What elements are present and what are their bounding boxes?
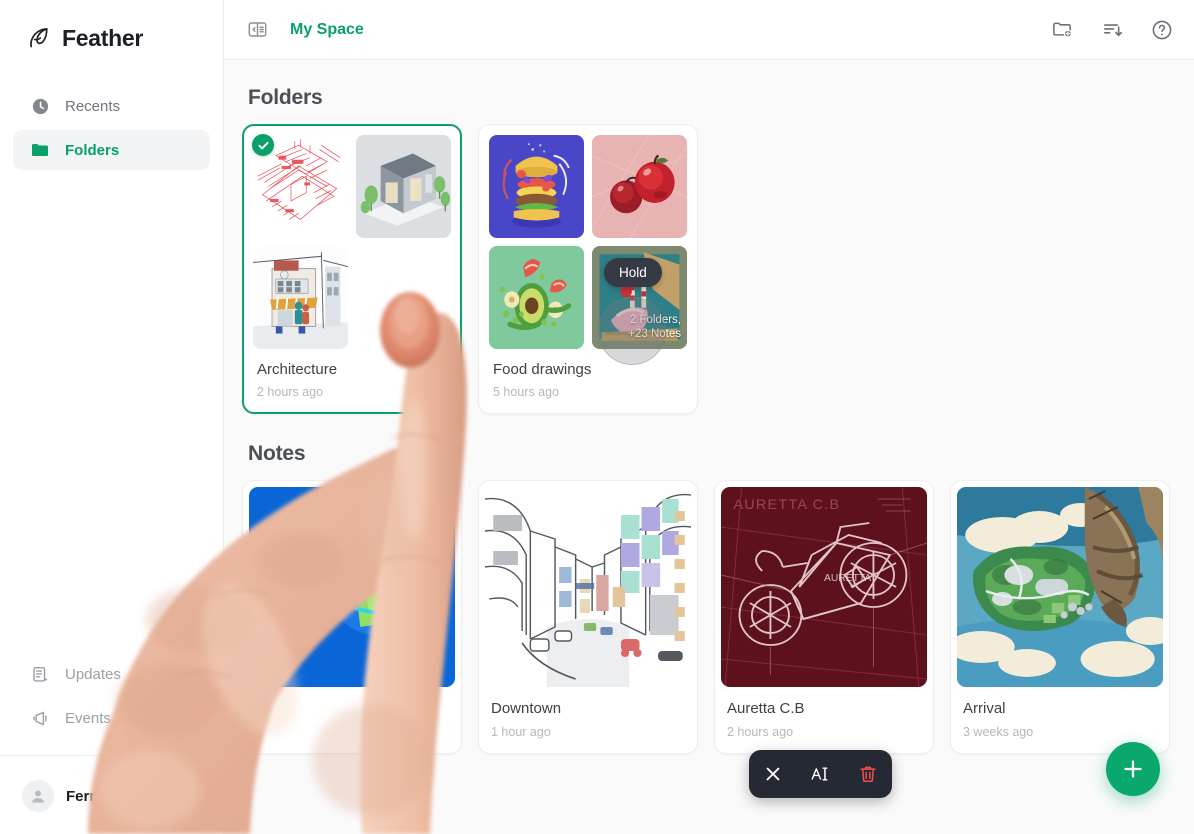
app-root: Feather Recents Folders Updates Events F… bbox=[0, 0, 1194, 834]
note-card-1[interactable] bbox=[242, 480, 462, 754]
note-time: 3 weeks ago bbox=[963, 725, 1034, 739]
sidebar-item-events[interactable]: Events bbox=[13, 698, 211, 738]
sidebar: Feather Recents Folders Updates Events F… bbox=[0, 0, 224, 834]
folder-plus-icon[interactable] bbox=[1048, 16, 1076, 44]
folder-time: 5 hours ago bbox=[493, 385, 560, 399]
sidebar-item-label: Folders bbox=[65, 141, 120, 159]
sidebar-item-label: Events bbox=[65, 709, 111, 727]
sidebar-nav: Recents Folders bbox=[0, 86, 223, 170]
note-sparkle-icon bbox=[29, 663, 51, 685]
sidebar-bottom-nav: Updates Events bbox=[13, 654, 211, 742]
note-name: Auretta C.B bbox=[727, 700, 805, 717]
note-name: Arrival bbox=[963, 700, 1006, 717]
note-name: Downtown bbox=[491, 700, 562, 717]
note-card-arrival[interactable]: Arrival 3 weeks ago bbox=[950, 480, 1170, 754]
note-meta bbox=[249, 687, 455, 722]
clock-icon bbox=[29, 95, 51, 117]
thumbnail-dark-red-vehicle-blueprint: AURETTA C.B AURETTA bbox=[721, 487, 927, 687]
text-cursor-icon[interactable] bbox=[803, 757, 837, 791]
notes-grid: Downtown 1 hour ago AURETTA C.B AURETTA … bbox=[242, 480, 1170, 754]
sidebar-item-recents[interactable]: Recents bbox=[13, 86, 210, 126]
megaphone-icon bbox=[29, 707, 51, 729]
touch-indicator bbox=[598, 297, 666, 365]
note-meta: Downtown 1 hour ago bbox=[485, 687, 691, 753]
note-time: 1 hour ago bbox=[491, 725, 551, 739]
trash-icon[interactable] bbox=[851, 757, 885, 791]
note-card-auretta[interactable]: AURETTA C.B AURETTA Auretta C.B 2 hours … bbox=[714, 480, 934, 754]
note-card-downtown[interactable]: Downtown 1 hour ago bbox=[478, 480, 698, 754]
feather-icon bbox=[26, 25, 52, 51]
sidebar-item-folders[interactable]: Folders bbox=[13, 130, 210, 170]
folder-meta: Food drawings 5 hours ago bbox=[489, 349, 687, 407]
page-title: My Space bbox=[290, 20, 364, 38]
topbar: My Space bbox=[224, 0, 1194, 60]
check-icon bbox=[252, 134, 274, 156]
sidebar-item-updates[interactable]: Updates bbox=[13, 654, 211, 694]
close-icon[interactable] bbox=[756, 757, 790, 791]
folder-name: Architecture bbox=[257, 361, 338, 378]
folder-time: 2 hours ago bbox=[257, 385, 324, 399]
sidebar-collapse-icon[interactable] bbox=[242, 15, 272, 45]
thumbnail-blue-abstract bbox=[249, 487, 455, 687]
user-profile[interactable]: Ferr bbox=[22, 780, 95, 812]
thumbnail-city-street-sketch bbox=[485, 487, 691, 687]
main-area: My Space Folders Architecture 2 hours ag… bbox=[224, 0, 1194, 834]
sidebar-divider bbox=[0, 755, 223, 756]
add-button[interactable] bbox=[1106, 742, 1160, 796]
thumbnail-burger-on-blue bbox=[489, 135, 584, 238]
folders-section-title: Folders bbox=[248, 86, 323, 109]
sidebar-item-label: Updates bbox=[65, 665, 121, 683]
thumbnail-grey-isometric-house bbox=[356, 135, 451, 238]
svg-text:AURETTA C.B: AURETTA C.B bbox=[733, 497, 840, 513]
note-meta: Auretta C.B 2 hours ago bbox=[721, 687, 927, 753]
folder-thumbnails bbox=[253, 135, 451, 349]
folder-card-food-drawings[interactable]: 2 Folders, +23 Notes Food drawings 5 hou… bbox=[478, 124, 698, 414]
notes-section-title: Notes bbox=[248, 442, 306, 465]
folder-card-architecture[interactable]: Architecture 2 hours ago bbox=[242, 124, 462, 414]
selection-action-bar bbox=[749, 750, 892, 798]
note-time: 2 hours ago bbox=[727, 725, 794, 739]
folder-meta: Architecture 2 hours ago bbox=[253, 349, 451, 407]
thumbnail-street-shop-illustration bbox=[253, 246, 348, 349]
user-name: Ferr bbox=[66, 787, 96, 805]
folder-name: Food drawings bbox=[493, 361, 592, 378]
brand-name: Feather bbox=[62, 24, 143, 51]
sort-descending-icon[interactable] bbox=[1098, 16, 1126, 44]
hold-tooltip: Hold bbox=[604, 258, 662, 287]
topbar-actions bbox=[1048, 16, 1176, 44]
thumbnail-avocado-on-green bbox=[489, 246, 584, 349]
thumbnail-empty bbox=[356, 246, 451, 349]
avatar bbox=[22, 780, 54, 812]
sidebar-item-label: Recents bbox=[65, 97, 121, 115]
thumbnail-apples-on-pink bbox=[592, 135, 687, 238]
svg-text:AURETTA: AURETTA bbox=[824, 573, 871, 584]
content-area: Folders Architecture 2 hours ago 2 Folde… bbox=[224, 60, 1194, 834]
brand: Feather bbox=[0, 0, 223, 56]
help-circle-icon[interactable] bbox=[1148, 16, 1176, 44]
folders-grid: Architecture 2 hours ago 2 Folders, +23 … bbox=[242, 124, 1170, 414]
folder-icon bbox=[29, 139, 51, 161]
thumbnail-airship-island-painting bbox=[957, 487, 1163, 687]
